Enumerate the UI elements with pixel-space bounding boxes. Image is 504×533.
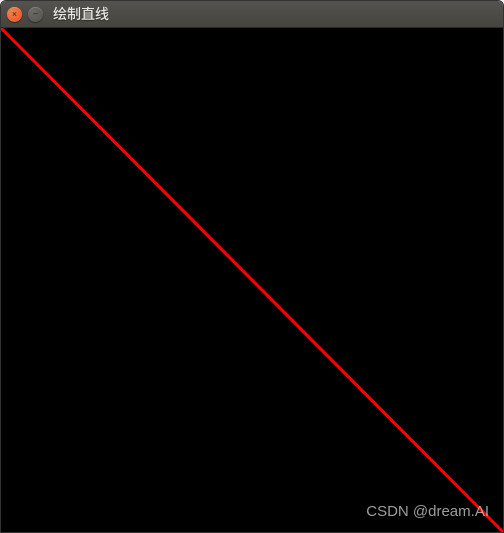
titlebar[interactable]: × – 绘制直线 xyxy=(1,1,503,28)
minimize-button[interactable]: – xyxy=(28,7,43,22)
close-icon: × xyxy=(12,9,18,19)
close-button[interactable]: × xyxy=(7,7,22,22)
application-window: × – 绘制直线 CSDN @dream.AI xyxy=(0,0,504,533)
canvas-area: CSDN @dream.AI xyxy=(1,28,503,532)
minimize-icon: – xyxy=(33,9,38,19)
drawing-canvas xyxy=(1,28,503,532)
diagonal-line xyxy=(1,28,503,532)
window-controls: × – xyxy=(7,7,43,22)
window-title: 绘制直线 xyxy=(53,4,109,24)
